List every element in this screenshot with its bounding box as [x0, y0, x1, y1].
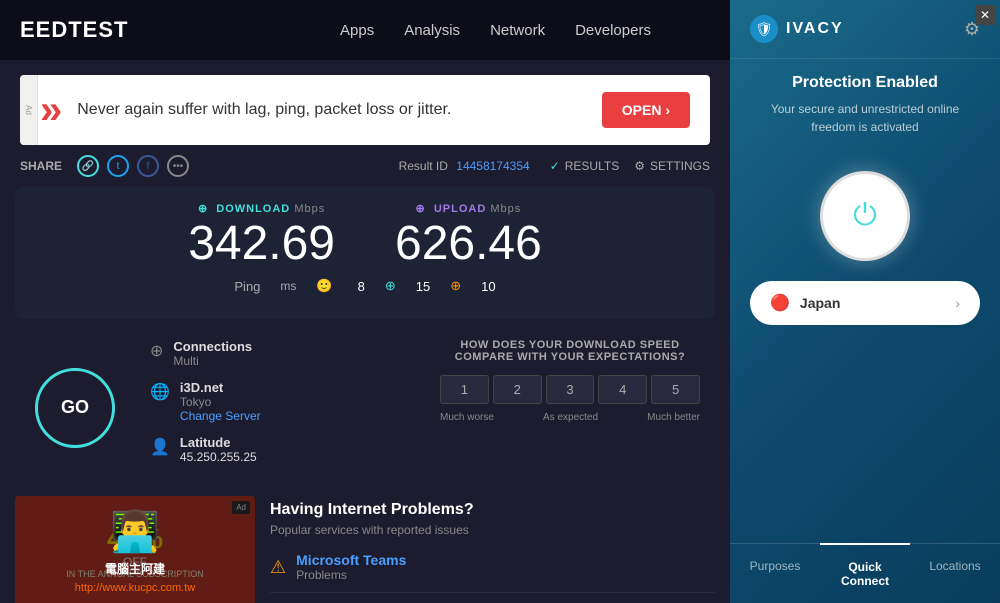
compare-btn-5[interactable]: 5	[651, 375, 700, 404]
ad-label: Ad	[20, 75, 38, 145]
internet-problems-title: Having Internet Problems?	[270, 501, 715, 519]
go-button-area: GO	[15, 329, 135, 486]
vpn-panel: ✕ 🛡 IVACY ⚙ Protection Enabled Your secu…	[730, 0, 1000, 603]
share-twitter-icon[interactable]: t	[107, 155, 129, 177]
jitter-down-icon: ⊕	[385, 278, 396, 294]
vpn-logo: 🛡 IVACY	[750, 15, 844, 43]
vpn-name: IVACY	[786, 20, 844, 38]
download-label: ⊕ DOWNLOAD Mbps	[188, 202, 335, 215]
download-value: 342.69	[188, 220, 335, 268]
vpn-shield-icon: 🛡	[750, 15, 778, 43]
vpn-flag-icon: 🔴	[770, 293, 790, 313]
latitude-value: 45.250.255.25	[180, 450, 257, 464]
warning-icon-teams: ⚠	[270, 557, 286, 578]
connections-label: Connections	[173, 339, 252, 354]
connections-value: Multi	[173, 354, 252, 368]
vpn-status-subtitle: Your secure and unrestricted online free…	[750, 100, 980, 136]
results-button[interactable]: RESULTS	[550, 159, 620, 173]
compare-section: HOW DOES YOUR DOWNLOAD SPEED COMPARE WIT…	[425, 329, 715, 486]
nav-network[interactable]: Network	[490, 22, 545, 39]
watermark-icon: 👨‍💻	[110, 508, 160, 555]
server-icon: 🌐	[150, 382, 170, 402]
speed-row: ⊕ DOWNLOAD Mbps 342.69 ⊕ UPLOAD Mbps 626…	[35, 202, 695, 268]
ad-arrow-icon: »	[40, 88, 62, 133]
go-button[interactable]: GO	[35, 368, 115, 448]
connections-item: ⊕ Connections Multi	[150, 339, 410, 368]
compare-btn-4[interactable]: 4	[598, 375, 647, 404]
share-icons: 🔗 t f •••	[77, 155, 189, 177]
upload-label: ⊕ UPLOAD Mbps	[395, 202, 542, 215]
user-icon: 👤	[150, 437, 170, 457]
change-server-link[interactable]: Change Server	[180, 409, 261, 423]
ad-banner: Ad » Never again suffer with lag, ping, …	[20, 75, 710, 145]
share-more-icon[interactable]: •••	[167, 155, 189, 177]
download-col: ⊕ DOWNLOAD Mbps 342.69	[188, 202, 335, 268]
compare-labels: Much worse As expected Much better	[440, 412, 700, 423]
nav-developers[interactable]: Developers	[575, 22, 651, 39]
vpn-status: Protection Enabled Your secure and unres…	[730, 59, 1000, 151]
nav-analysis[interactable]: Analysis	[404, 22, 460, 39]
vpn-status-title: Protection Enabled	[750, 74, 980, 92]
info-row: GO ⊕ Connections Multi 🌐 i3D.net Tokyo C…	[15, 329, 715, 486]
server-info: ⊕ Connections Multi 🌐 i3D.net Tokyo Chan…	[135, 329, 425, 486]
vpn-tab-quick-connect[interactable]: Quick Connect	[820, 543, 910, 603]
bottom-section: 44% OFF IN THE ANNUAL SUBSCRIPTION Ad 👨‍…	[15, 496, 715, 603]
speedtest-area: EEDTEST Apps Analysis Network Developers…	[0, 0, 730, 603]
compare-buttons: 1 2 3 4 5	[440, 375, 700, 404]
server-item: 🌐 i3D.net Tokyo Change Server	[150, 380, 410, 423]
upload-value: 626.46	[395, 220, 542, 268]
header: EEDTEST Apps Analysis Network Developers	[0, 0, 730, 60]
compare-label-right: Much better	[647, 412, 700, 423]
ping-icon: 🙂	[316, 278, 332, 294]
server-city: Tokyo	[180, 395, 261, 409]
compare-btn-3[interactable]: 3	[546, 375, 595, 404]
vpn-tabs: Purposes Quick Connect Locations	[730, 543, 1000, 603]
ping-label: Ping	[234, 279, 260, 294]
main-nav: Apps Analysis Network Developers	[340, 22, 651, 39]
teams-status: Problems	[296, 568, 406, 582]
vpn-location-name: Japan	[800, 295, 945, 311]
latitude-item: 👤 Latitude 45.250.255.25	[150, 435, 410, 464]
watermark-url: http://www.kucpc.com.tw	[75, 582, 195, 594]
vpn-close-button[interactable]: ✕	[975, 5, 995, 25]
compare-btn-1[interactable]: 1	[440, 375, 489, 404]
ad-text: Never again suffer with lag, ping, packe…	[77, 101, 587, 119]
compare-btn-2[interactable]: 2	[493, 375, 542, 404]
share-facebook-icon[interactable]: f	[137, 155, 159, 177]
share-link-icon[interactable]: 🔗	[77, 155, 99, 177]
vpn-header: 🛡 IVACY ⚙	[730, 0, 1000, 59]
ad-open-button[interactable]: OPEN ›	[602, 92, 690, 128]
vpn-tab-locations[interactable]: Locations	[910, 544, 1000, 603]
service-teams: ⚠ Microsoft Teams Problems	[270, 552, 715, 593]
speed-results: ⊕ DOWNLOAD Mbps 342.69 ⊕ UPLOAD Mbps 626…	[15, 187, 715, 319]
vpn-power-button[interactable]: ⏻	[820, 171, 910, 261]
settings-button[interactable]: SETTINGS	[634, 159, 710, 173]
internet-problems: Having Internet Problems? Popular servic…	[270, 496, 715, 603]
ping-value: 8	[358, 279, 365, 294]
result-id: Result ID 14458174354	[399, 159, 535, 173]
nav-apps[interactable]: Apps	[340, 22, 374, 39]
compare-title: HOW DOES YOUR DOWNLOAD SPEED COMPARE WIT…	[440, 339, 700, 363]
logo: EEDTEST	[20, 17, 128, 43]
server-name: i3D.net	[180, 380, 261, 395]
vpn-power-icon: ⏻	[853, 199, 877, 233]
share-label: SHARE	[20, 159, 62, 173]
vpn-location-selector[interactable]: 🔴 Japan ›	[750, 281, 980, 325]
watermark: 👨‍💻 電腦主阿建 http://www.kucpc.com.tw	[15, 496, 255, 603]
vpn-tab-purposes[interactable]: Purposes	[730, 544, 820, 603]
watermark-text: 電腦主阿建	[105, 560, 165, 577]
connections-icon: ⊕	[150, 341, 163, 361]
upload-col: ⊕ UPLOAD Mbps 626.46	[395, 202, 542, 268]
latitude-label: Latitude	[180, 435, 257, 450]
share-bar: SHARE 🔗 t f ••• Result ID 14458174354 RE…	[0, 145, 730, 187]
bottom-ad-banner[interactable]: 44% OFF IN THE ANNUAL SUBSCRIPTION Ad 👨‍…	[15, 496, 255, 603]
vpn-chevron-icon: ›	[955, 295, 960, 311]
compare-label-left: Much worse	[440, 412, 494, 423]
jitter-up-icon: ⊕	[450, 278, 461, 294]
vpn-power-area: ⏻	[730, 151, 1000, 281]
ping-row: Ping ms 🙂 8 ⊕ 15 ⊕ 10	[35, 278, 695, 294]
internet-problems-subtitle: Popular services with reported issues	[270, 523, 715, 537]
teams-name[interactable]: Microsoft Teams	[296, 552, 406, 568]
compare-label-mid: As expected	[543, 412, 598, 423]
